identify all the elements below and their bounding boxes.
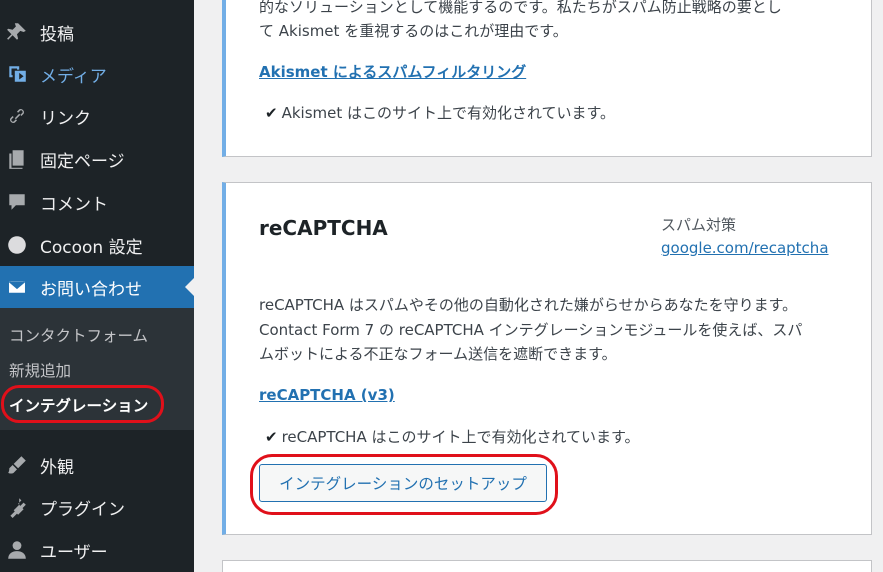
akismet-status-text: Akismet はこのサイト上で有効化されています。 (281, 104, 616, 122)
menu-item-appearance[interactable]: 外観 (0, 445, 194, 485)
akismet-desc-line1: 的なソリューションとして機能するのです。私たちがスパム防止戦略の要とし (259, 0, 782, 16)
pin-icon (5, 20, 29, 44)
comment-icon (5, 190, 29, 214)
recaptcha-desc-line1: reCAPTCHA はスパムやその他の自動化された嫌がらせからあなたを守ります。 (259, 296, 798, 314)
menu-item-pages[interactable]: 固定ページ (0, 139, 194, 179)
brush-icon (5, 453, 29, 477)
recaptcha-category: スパム対策 (661, 216, 737, 234)
check-icon: ✔ (265, 428, 278, 446)
menu-label: 外観 (40, 457, 74, 478)
submenu-add-new[interactable]: 新規追加 (9, 359, 71, 381)
recaptcha-v3-link[interactable]: reCAPTCHA (v3) (259, 386, 395, 404)
contact-submenu: コンタクトフォーム 新規追加 インテグレーション (0, 308, 194, 430)
menu-item-contact[interactable]: お問い合わせ (0, 266, 194, 308)
check-icon: ✔ (265, 104, 278, 122)
menu-item-users[interactable]: ユーザー (0, 530, 194, 570)
recaptcha-desc-line3: ムボットによる不正なフォーム送信を遮断できます。 (259, 345, 617, 363)
pages-icon (5, 147, 29, 171)
menu-label: 固定ページ (40, 151, 125, 172)
link-icon (5, 104, 29, 128)
admin-sidebar: 投稿 メディア リンク 固定ページ コメント Cocoon 設定 お問い合わせ … (0, 0, 194, 572)
mail-icon (5, 275, 29, 299)
recaptcha-status: ✔ reCAPTCHA はこのサイト上で有効化されています。 (265, 426, 640, 447)
menu-label: メディア (40, 66, 107, 87)
menu-label: ユーザー (40, 542, 108, 563)
akismet-link[interactable]: Akismet によるスパムフィルタリング (259, 61, 526, 82)
akismet-status: ✔ Akismet はこのサイト上で有効化されています。 (265, 102, 615, 123)
menu-item-media[interactable]: メディア (0, 54, 194, 94)
media-icon (5, 62, 29, 86)
recaptcha-status-text: reCAPTCHA はこのサイト上で有効化されています。 (281, 428, 640, 446)
menu-item-plugins[interactable]: プラグイン (0, 487, 194, 527)
user-icon (5, 538, 29, 562)
menu-label: プラグイン (40, 499, 125, 520)
recaptcha-title: reCAPTCHA (259, 216, 388, 240)
menu-item-links[interactable]: リンク (0, 96, 194, 136)
menu-label: Cocoon 設定 (40, 237, 143, 258)
menu-label: 投稿 (40, 24, 74, 45)
plugin-icon (5, 495, 29, 519)
menu-item-cocoon[interactable]: Cocoon 設定 (0, 225, 194, 265)
menu-label: お問い合わせ (40, 279, 142, 300)
circle-icon (5, 233, 29, 257)
recaptcha-desc-line2: Contact Form 7 の reCAPTCHA インテグレーションモジュー… (259, 321, 803, 339)
menu-item-posts[interactable]: 投稿 (0, 12, 194, 52)
submenu-contact-forms[interactable]: コンタクトフォーム (9, 324, 148, 346)
menu-item-comments[interactable]: コメント (0, 182, 194, 222)
next-card (222, 560, 872, 572)
submenu-integration[interactable]: インテグレーション (9, 394, 148, 416)
menu-label: コメント (40, 194, 108, 215)
akismet-desc-line2: て Akismet を重視するのはこれが理由です。 (259, 22, 568, 40)
setup-integration-button[interactable]: インテグレーションのセットアップ (259, 464, 547, 502)
recaptcha-site-link[interactable]: google.com/recaptcha (661, 239, 829, 257)
menu-label: リンク (40, 108, 91, 129)
